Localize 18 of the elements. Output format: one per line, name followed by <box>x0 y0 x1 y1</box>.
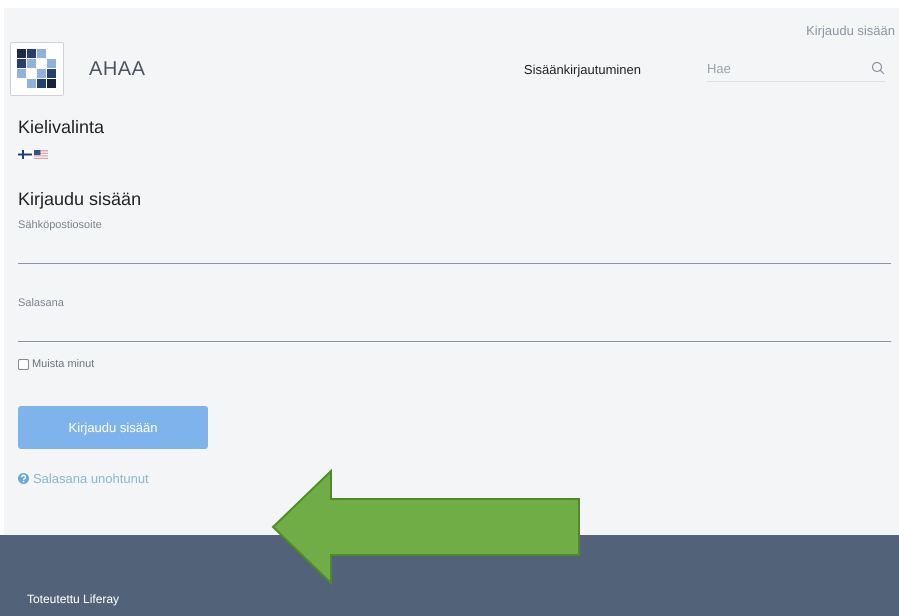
nav-link[interactable]: Sisäänkirjautuminen <box>524 62 641 76</box>
section-title: Kirjaudu sisään <box>18 189 142 210</box>
checkbox[interactable] <box>18 358 29 370</box>
flag-icon[interactable] <box>18 150 32 159</box>
field-label: Sähköpostiosoite <box>18 219 103 231</box>
search-field[interactable]: Hae <box>707 56 885 82</box>
logo-icon[interactable] <box>10 42 64 96</box>
login-link[interactable]: Kirjaudu sisään <box>806 23 895 41</box>
field-label: Salasana <box>18 297 65 309</box>
login-button[interactable]: Kirjaudu sisään <box>18 406 208 449</box>
section-title: Kielivalinta <box>18 117 106 138</box>
help-icon <box>18 473 29 484</box>
checkbox-label[interactable]: Muista minut <box>32 358 94 370</box>
search-icon[interactable] <box>871 61 885 75</box>
forgot-password-link[interactable]: Salasana unohtunut <box>33 471 149 486</box>
footer-text: Toteutettu Liferay <box>27 592 120 606</box>
flag-icon[interactable] <box>34 150 48 159</box>
site-name: AHAA <box>89 58 146 80</box>
